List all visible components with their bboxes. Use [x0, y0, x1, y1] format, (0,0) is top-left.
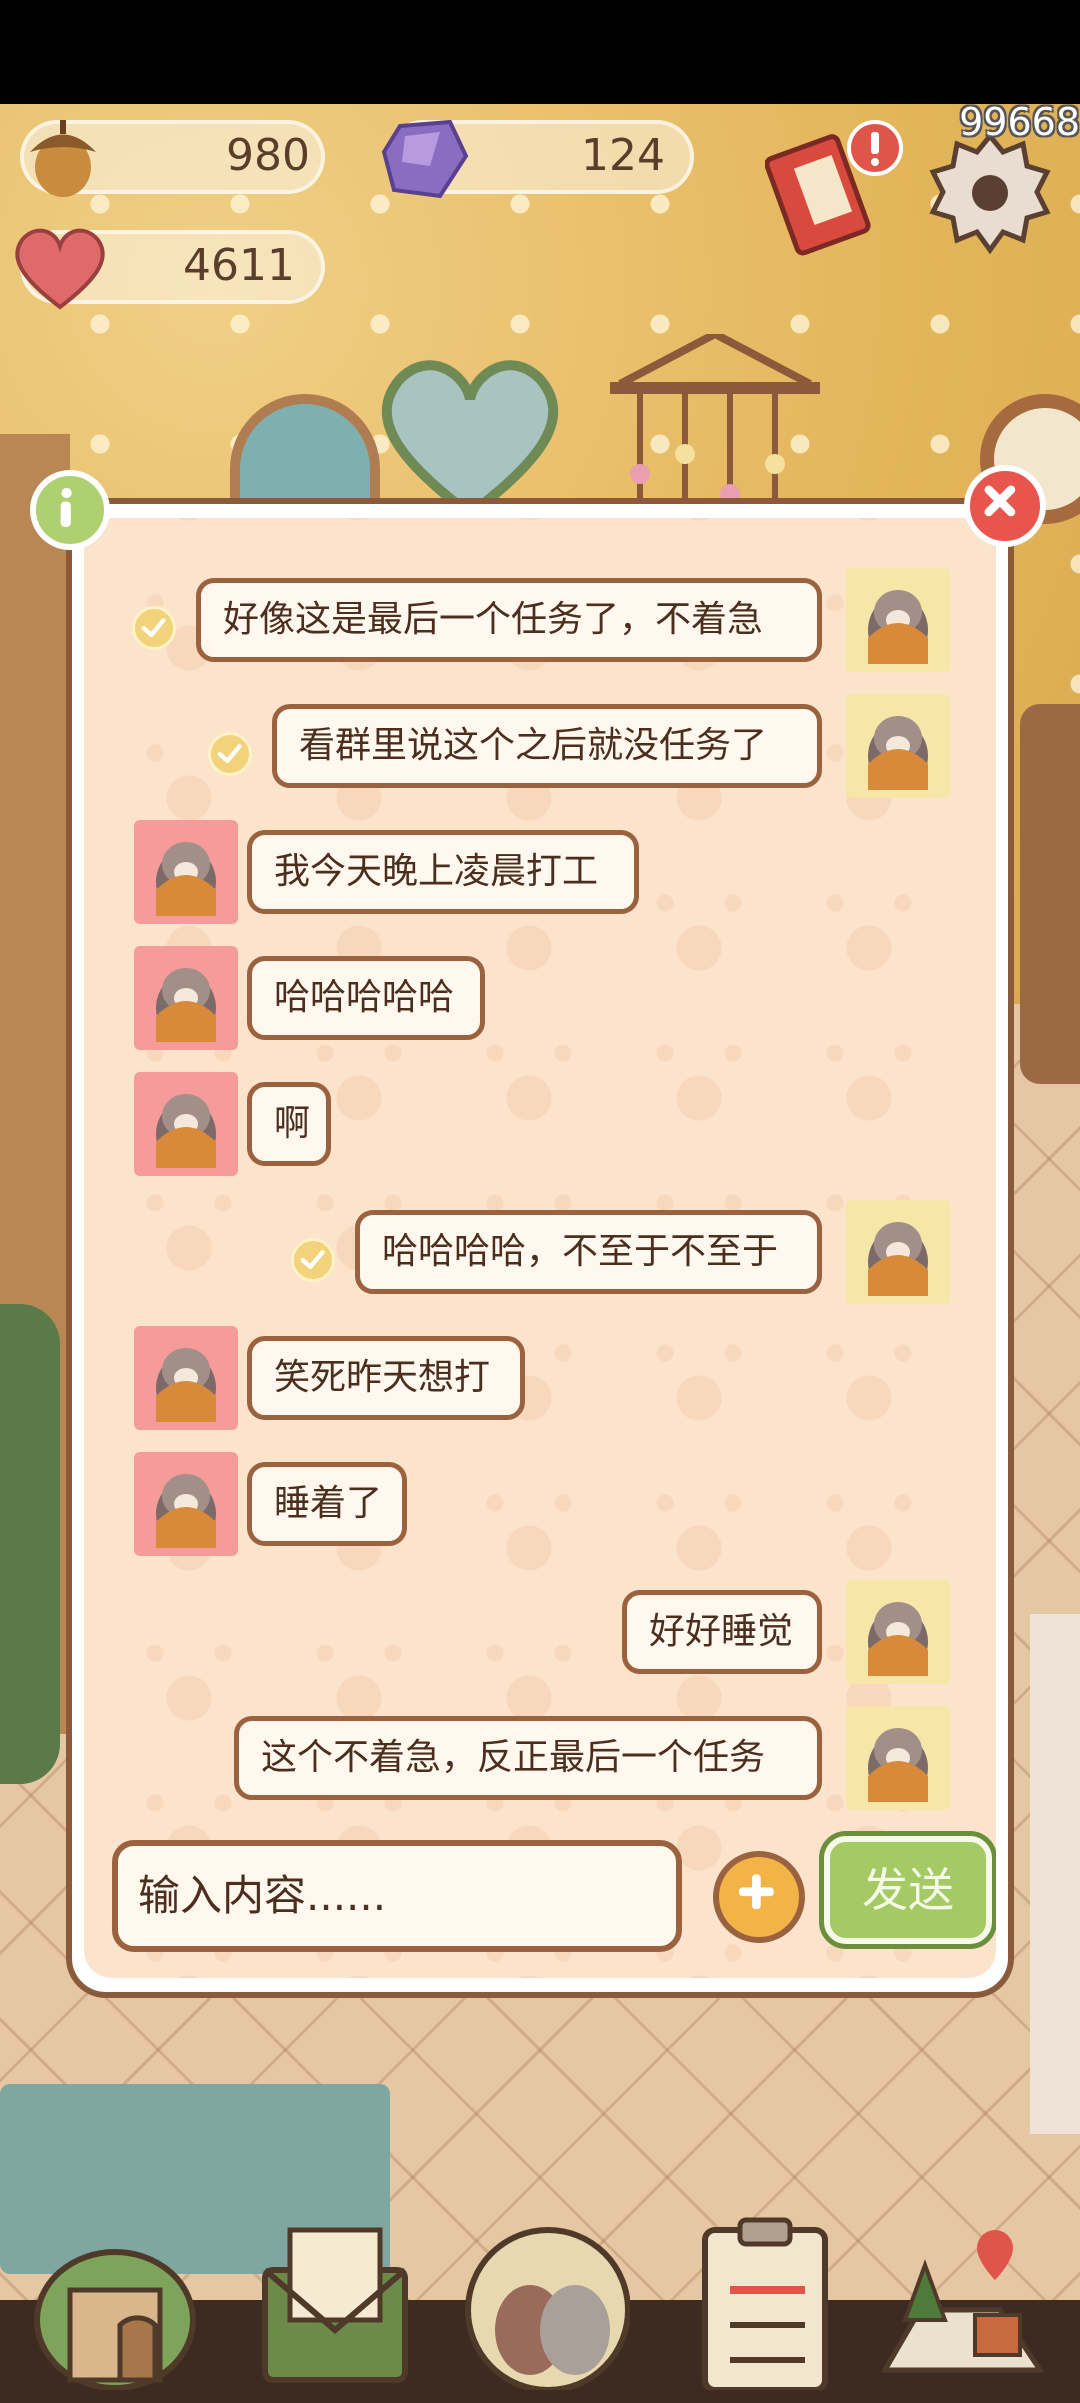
- chat-message-theirs: 啊: [84, 1072, 996, 1177]
- chat-dialog: 好像这是最后一个任务了，不着急 看群里说这个之后就没任务了 我今天晚上凌晨打工 哈哈哈…: [66, 498, 1014, 1998]
- message-bubble[interactable]: 啊: [247, 1082, 331, 1166]
- friend-avatar[interactable]: [134, 1452, 238, 1556]
- bottom-nav: [0, 2190, 1080, 2403]
- gem-icon: [381, 119, 469, 199]
- chat-message-theirs: 笑死昨天想打: [84, 1326, 996, 1431]
- chat-message-theirs: 哈哈哈哈哈: [84, 946, 996, 1051]
- chat-message-mine: 这个不着急，反正最后一个任务: [84, 1706, 996, 1811]
- home-icon[interactable]: [30, 2210, 200, 2390]
- close-icon[interactable]: [964, 465, 1046, 547]
- message-bubble[interactable]: 这个不着急，反正最后一个任务: [234, 1716, 822, 1800]
- message-bubble[interactable]: 好好睡觉: [622, 1590, 822, 1674]
- settings-gear-icon[interactable]: [925, 128, 1055, 258]
- gem-count: 124: [581, 130, 665, 181]
- message-bubble[interactable]: 看群里说这个之后就没任务了: [272, 704, 822, 788]
- chat-panel: 好像这是最后一个任务了，不着急 看群里说这个之后就没任务了 我今天晚上凌晨打工 哈哈哈…: [84, 518, 996, 1978]
- message-list[interactable]: 好像这是最后一个任务了，不着急 看群里说这个之后就没任务了 我今天晚上凌晨打工 哈哈哈…: [84, 518, 996, 1810]
- chat-message-mine: 哈哈哈哈，不至于不至于: [84, 1200, 996, 1305]
- message-bubble[interactable]: 哈哈哈哈哈: [247, 956, 485, 1040]
- alert-icon[interactable]: [845, 118, 905, 178]
- chat-message-theirs: 我今天晚上凌晨打工: [84, 820, 996, 925]
- chat-message-mine: 好好睡觉: [84, 1580, 996, 1685]
- send-button[interactable]: 发送: [824, 1836, 992, 1944]
- message-bubble[interactable]: 好像这是最后一个任务了，不着急: [196, 578, 822, 662]
- message-input[interactable]: 输入内容......: [112, 1840, 682, 1952]
- message-bubble[interactable]: 我今天晚上凌晨打工: [247, 830, 639, 914]
- chat-message-theirs: 睡着了: [84, 1452, 996, 1557]
- fps-counter: 99668: [959, 100, 1080, 144]
- map-icon[interactable]: [880, 2210, 1050, 2390]
- heart-count: 4611: [183, 240, 295, 291]
- my-avatar[interactable]: [846, 1580, 950, 1684]
- acorn-count: 980: [226, 130, 310, 181]
- mail-icon[interactable]: [245, 2210, 415, 2390]
- my-avatar[interactable]: [846, 568, 950, 672]
- check-icon: [132, 606, 176, 650]
- chat-message-mine: 看群里说这个之后就没任务了: [84, 694, 996, 799]
- acorn-icon: [30, 120, 96, 197]
- info-icon[interactable]: [30, 470, 110, 550]
- message-bubble[interactable]: 笑死昨天想打: [247, 1336, 525, 1420]
- chat-message-mine: 好像这是最后一个任务了，不着急: [84, 568, 996, 673]
- friend-avatar[interactable]: [134, 820, 238, 924]
- friend-avatar[interactable]: [134, 946, 238, 1050]
- friends-icon[interactable]: [460, 2210, 630, 2390]
- check-icon: [291, 1238, 335, 1282]
- my-avatar[interactable]: [846, 1706, 950, 1810]
- heart-icon: [15, 228, 105, 310]
- plus-icon[interactable]: [713, 1851, 805, 1943]
- task-list-icon[interactable]: [680, 2210, 850, 2390]
- my-avatar[interactable]: [846, 694, 950, 798]
- message-bubble[interactable]: 哈哈哈哈，不至于不至于: [355, 1210, 822, 1294]
- wooden-cabinet: [1020, 704, 1080, 1084]
- message-bubble[interactable]: 睡着了: [247, 1462, 407, 1546]
- check-icon: [208, 732, 252, 776]
- friend-avatar[interactable]: [134, 1072, 238, 1176]
- plant-decoration: [0, 1304, 60, 1784]
- status-bar: [0, 0, 1080, 104]
- my-avatar[interactable]: [846, 1200, 950, 1304]
- curtain: [1030, 1614, 1080, 2134]
- friend-avatar[interactable]: [134, 1326, 238, 1430]
